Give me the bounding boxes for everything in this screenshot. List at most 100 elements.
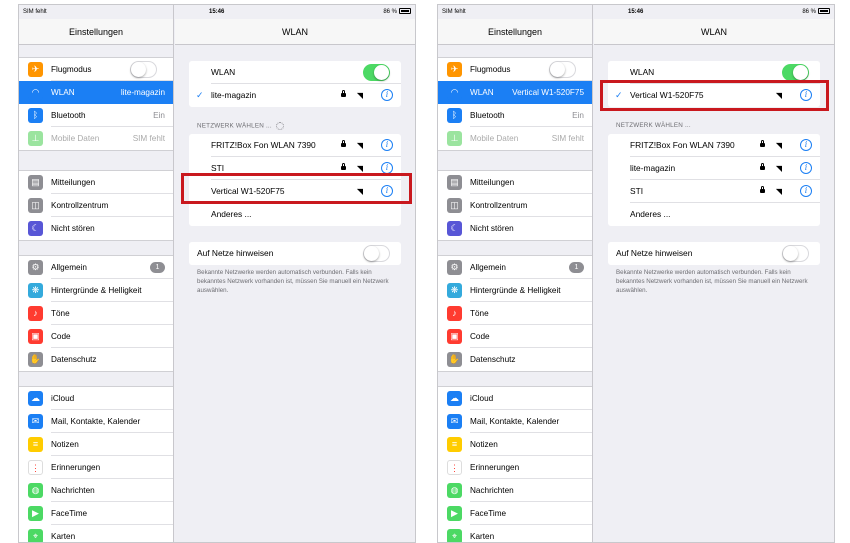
settings-item-facetime[interactable]: ▶ FaceTime xyxy=(438,502,592,525)
settings-item-label: Flugmodus xyxy=(51,65,92,74)
wlan-label: WLAN xyxy=(211,67,236,77)
info-button[interactable]: i xyxy=(381,162,393,174)
settings-item-flugmodus[interactable]: ✈ Flugmodus xyxy=(19,58,173,81)
settings-item-label: Flugmodus xyxy=(470,65,511,74)
ask-to-join-card: Auf Netze hinweisen xyxy=(189,242,401,265)
lock-icon xyxy=(341,163,346,170)
wlan-toggle[interactable] xyxy=(782,64,809,81)
settings-item-mail-kontakte-kalender[interactable]: ✉ Mail, Kontakte, Kalender xyxy=(438,410,592,433)
wlan-toggle[interactable] xyxy=(363,64,390,81)
connected-network-row[interactable]: ✓ Vertical W1-520F75 ◥ i xyxy=(608,84,820,107)
settings-item-allgemein[interactable]: ⚙ Allgemein 1 xyxy=(438,256,592,279)
settings-item-label: Kontrollzentrum xyxy=(51,201,109,210)
network-row[interactable]: lite-magazin ◥ i xyxy=(608,157,820,180)
settings-item-facetime[interactable]: ▶ FaceTime xyxy=(19,502,173,525)
networks-card: FRITZ!Box Fon WLAN 7390 ◥ i STI ◥ i Vert… xyxy=(189,134,401,226)
settings-item-mail-kontakte-kalender[interactable]: ✉ Mail, Kontakte, Kalender xyxy=(19,410,173,433)
network-row[interactable]: Vertical W1-520F75 ◥ i xyxy=(189,180,401,203)
settings-item-code[interactable]: ▣ Code xyxy=(438,325,592,348)
connected-network-row[interactable]: ✓ lite-magazin ◥ i xyxy=(189,84,401,107)
info-button[interactable]: i xyxy=(800,139,812,151)
settings-item-hintergründe-helligkeit[interactable]: ❋ Hintergründe & Helligkeit xyxy=(438,279,592,302)
settings-item-label: Karten xyxy=(51,532,76,541)
settings-item-wlan[interactable]: ◠ WLAN lite-magazin xyxy=(19,81,173,104)
settings-item-nicht-stören[interactable]: ☾ Nicht stören xyxy=(19,217,173,240)
airplane-mode-toggle[interactable] xyxy=(130,61,157,78)
messages-icon: ◍ xyxy=(447,483,462,498)
settings-item-notizen[interactable]: ≡ Notizen xyxy=(19,433,173,456)
info-button[interactable]: i xyxy=(800,185,812,197)
wlan-detail: WLAN WLAN ✓ Vertical W1-520F75 ◥ i NETZW… xyxy=(594,5,834,542)
settings-item-datenschutz[interactable]: ✋ Datenschutz xyxy=(19,348,173,371)
settings-item-mobile-daten[interactable]: ⊥ Mobile Daten SIM fehlt xyxy=(19,127,173,150)
wifi-signal-icon: ◥ xyxy=(775,141,782,150)
settings-item-karten[interactable]: ⌖ Karten xyxy=(438,525,592,542)
network-row[interactable]: STI ◥ i xyxy=(608,180,820,203)
info-button[interactable]: i xyxy=(800,162,812,174)
settings-item-töne[interactable]: ♪ Töne xyxy=(19,302,173,325)
mail-icon: ✉ xyxy=(447,414,462,429)
settings-item-wlan[interactable]: ◠ WLAN Vertical W1-520F75 xyxy=(438,81,592,104)
network-row[interactable]: STI ◥ i xyxy=(189,157,401,180)
battery-percent: 86 % xyxy=(383,9,397,15)
settings-item-mitteilungen[interactable]: ▤ Mitteilungen xyxy=(19,171,173,194)
settings-item-datenschutz[interactable]: ✋ Datenschutz xyxy=(438,348,592,371)
network-row[interactable]: FRITZ!Box Fon WLAN 7390 ◥ i xyxy=(189,134,401,157)
settings-item-notizen[interactable]: ≡ Notizen xyxy=(438,433,592,456)
settings-item-icloud[interactable]: ☁ iCloud xyxy=(19,387,173,410)
settings-item-icloud[interactable]: ☁ iCloud xyxy=(438,387,592,410)
settings-item-label: Notizen xyxy=(470,440,498,449)
gear-icon: ⚙ xyxy=(28,260,43,275)
settings-item-label: Erinnerungen xyxy=(470,463,520,472)
ask-to-join-toggle[interactable] xyxy=(363,245,390,262)
settings-item-nachrichten[interactable]: ◍ Nachrichten xyxy=(438,479,592,502)
lock-icon xyxy=(760,186,765,193)
moon-icon: ☾ xyxy=(28,221,43,236)
battery-status: 86 % xyxy=(802,5,830,19)
settings-item-mitteilungen[interactable]: ▤ Mitteilungen xyxy=(438,171,592,194)
info-button[interactable]: i xyxy=(381,185,393,197)
lock-icon xyxy=(760,163,765,170)
clock: 15:46 xyxy=(628,9,644,15)
ask-to-join-toggle[interactable] xyxy=(782,245,809,262)
settings-item-label: Code xyxy=(51,332,71,341)
other-network-row[interactable]: Anderes ... xyxy=(608,203,820,226)
settings-item-hintergründe-helligkeit[interactable]: ❋ Hintergründe & Helligkeit xyxy=(19,279,173,302)
wifi-signal-icon: ◥ xyxy=(775,164,782,173)
settings-item-label: Kontrollzentrum xyxy=(470,201,528,210)
airplane-icon: ✈ xyxy=(28,62,43,77)
loading-spinner-icon xyxy=(275,122,284,130)
settings-item-allgemein[interactable]: ⚙ Allgemein 1 xyxy=(19,256,173,279)
airplane-mode-toggle[interactable] xyxy=(549,61,576,78)
settings-item-nachrichten[interactable]: ◍ Nachrichten xyxy=(19,479,173,502)
settings-item-bluetooth[interactable]: ᛒ Bluetooth Ein xyxy=(438,104,592,127)
settings-item-label: Mail, Kontakte, Kalender xyxy=(470,417,560,426)
lock-icon: ▣ xyxy=(447,329,462,344)
settings-item-flugmodus[interactable]: ✈ Flugmodus xyxy=(438,58,592,81)
maps-icon: ⌖ xyxy=(28,529,43,542)
battery-percent: 86 % xyxy=(802,9,816,15)
settings-item-erinnerungen[interactable]: ⋮ Erinnerungen xyxy=(438,456,592,479)
settings-item-nicht-stören[interactable]: ☾ Nicht stören xyxy=(438,217,592,240)
info-button[interactable]: i xyxy=(800,89,812,101)
settings-group: ✈ Flugmodus ◠ WLAN lite-magazin ᛒ Bluetooth Ein… xyxy=(19,57,173,151)
settings-item-erinnerungen[interactable]: ⋮ Erinnerungen xyxy=(19,456,173,479)
info-button[interactable]: i xyxy=(381,139,393,151)
settings-item-karten[interactable]: ⌖ Karten xyxy=(19,525,173,542)
settings-item-kontrollzentrum[interactable]: ◫ Kontrollzentrum xyxy=(19,194,173,217)
settings-item-kontrollzentrum[interactable]: ◫ Kontrollzentrum xyxy=(438,194,592,217)
settings-item-mobile-daten[interactable]: ⊥ Mobile Daten SIM fehlt xyxy=(438,127,592,150)
settings-item-label: Mobile Daten xyxy=(470,134,519,143)
settings-item-code[interactable]: ▣ Code xyxy=(19,325,173,348)
network-row[interactable]: FRITZ!Box Fon WLAN 7390 ◥ i xyxy=(608,134,820,157)
ipad-screen-right: SIM fehlt 15:46 86 % Einstellungen ✈ Flug… xyxy=(437,4,835,543)
settings-master: Einstellungen ✈ Flugmodus ◠ WLAN Vertical W1… xyxy=(438,5,593,542)
info-button[interactable]: i xyxy=(381,89,393,101)
wlan-card: WLAN ✓ Vertical W1-520F75 ◥ i xyxy=(608,61,820,107)
other-network-row[interactable]: Anderes ... xyxy=(189,203,401,226)
settings-item-bluetooth[interactable]: ᛒ Bluetooth Ein xyxy=(19,104,173,127)
settings-item-töne[interactable]: ♪ Töne xyxy=(438,302,592,325)
wlan-toggle-row: WLAN xyxy=(189,61,401,84)
icloud-icon: ☁ xyxy=(28,391,43,406)
antenna-icon: ⊥ xyxy=(447,131,462,146)
